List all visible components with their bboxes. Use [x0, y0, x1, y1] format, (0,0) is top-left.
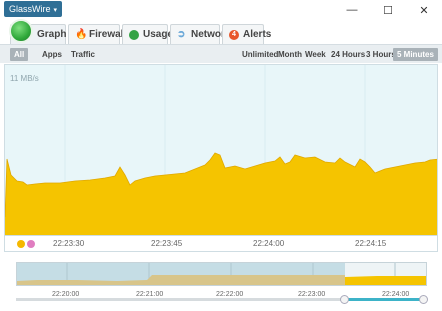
timeline-svg [17, 263, 426, 285]
tab-usage[interactable]: Usage [122, 24, 173, 44]
tab-network[interactable]: ➲ Network [170, 24, 230, 44]
chevron-down-icon: ▾ [53, 7, 58, 14]
bandwidth-scale-label: 11 MB/s [10, 74, 39, 83]
timeline-tick: 22:24:00 [382, 291, 410, 298]
app-event-icon[interactable] [17, 240, 25, 248]
tab-graph[interactable]: Graph [9, 19, 67, 44]
range-end-handle[interactable] [419, 295, 428, 304]
timeline-selected-area [345, 276, 426, 285]
title-bar: GlassWire ▾ — ☐ ✕ [0, 0, 442, 20]
timeline-tick: 22:22:00 [216, 291, 244, 298]
network-icon: ➲ [177, 28, 186, 40]
tab-firewall[interactable]: 🔥 Firewall [68, 24, 126, 44]
range-start-handle[interactable] [340, 295, 349, 304]
fire-icon: 🔥 [75, 28, 88, 40]
window-controls: — ☐ ✕ [334, 0, 442, 20]
filter-apps[interactable]: Apps [38, 48, 66, 61]
graph-time-axis: 22:23:30 22:23:45 22:24:00 22:24:15 [4, 236, 438, 252]
range-5-minutes[interactable]: 5 Minutes [393, 48, 438, 61]
alert-icon: 4 [229, 29, 239, 40]
axis-tick: 22:23:45 [151, 239, 183, 248]
maximize-button[interactable]: ☐ [370, 0, 406, 20]
timeline-tick: 22:20:00 [52, 291, 80, 298]
filter-all[interactable]: All [10, 48, 29, 61]
minimize-button[interactable]: — [334, 0, 370, 20]
tab-firewall-label: Firewall [89, 29, 127, 40]
timeline-tick: 22:23:00 [298, 291, 326, 298]
traffic-graph-svg [5, 65, 437, 235]
filter-bar: All Apps Traffic Unlimited Month Week 24… [0, 44, 442, 63]
axis-tick: 22:24:15 [355, 239, 387, 248]
tab-graph-label: Graph [37, 29, 67, 40]
globe-icon [9, 19, 33, 43]
timeline-selected-range[interactable] [345, 298, 425, 301]
timeline-tick: 22:21:00 [136, 291, 164, 298]
axis-tick: 22:24:00 [253, 239, 285, 248]
usage-icon [129, 29, 139, 40]
close-button[interactable]: ✕ [406, 0, 442, 20]
filter-traffic[interactable]: Traffic [67, 48, 99, 61]
tab-usage-label: Usage [143, 29, 174, 40]
tab-alerts-label: Alerts [243, 29, 272, 40]
tab-alerts[interactable]: 4 Alerts [222, 24, 271, 44]
app-menu-label: GlassWire [9, 4, 51, 14]
timeline-overview[interactable] [16, 262, 427, 286]
main-tabs: Graph 🔥 Firewall Usage ➲ Network 4 Alert… [0, 19, 442, 44]
axis-tick: 22:23:30 [53, 239, 85, 248]
app-menu-button[interactable]: GlassWire ▾ [4, 1, 63, 17]
range-week[interactable]: Week [301, 48, 330, 61]
host-event-icon[interactable] [27, 240, 35, 248]
traffic-graph[interactable]: 11 MB/s [4, 64, 438, 236]
